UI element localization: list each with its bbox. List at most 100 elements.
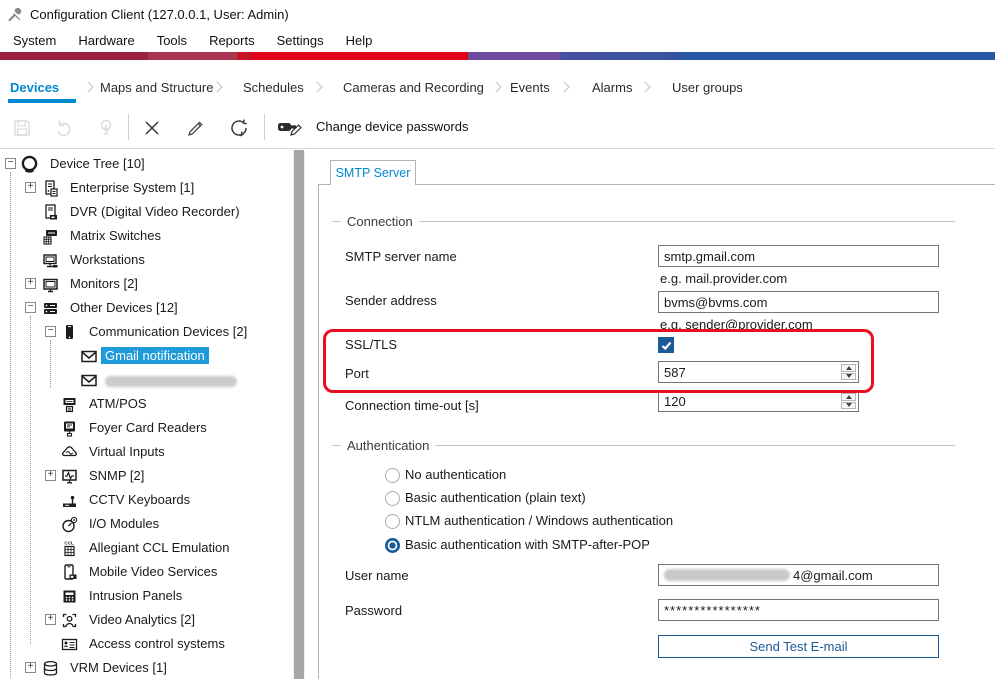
tree-item-label[interactable]: Gmail notification xyxy=(101,347,209,364)
tree-item-label[interactable]: Device Tree [10] xyxy=(46,155,149,172)
tree-expander-expand[interactable]: + xyxy=(25,662,36,673)
auth-option-label[interactable]: NTLM authentication / Windows authentica… xyxy=(405,513,673,528)
auth-radio-unselected[interactable] xyxy=(385,468,400,483)
active-tab-underline xyxy=(8,99,76,103)
tab-maps-and-structure[interactable]: Maps and Structure xyxy=(100,80,213,95)
auth-radio-unselected[interactable] xyxy=(385,491,400,506)
save-button[interactable] xyxy=(11,117,33,139)
tree-expander-expand[interactable]: + xyxy=(25,278,36,289)
undo-button[interactable] xyxy=(53,117,75,139)
tree-item-label[interactable]: Workstations xyxy=(66,251,149,268)
tree-item-label[interactable]: Mobile Video Services xyxy=(85,563,221,580)
auth-radio-unselected[interactable] xyxy=(385,514,400,529)
tree-item-label[interactable]: Matrix Switches xyxy=(66,227,165,244)
tab-events[interactable]: Events xyxy=(510,80,550,95)
tree-item-label[interactable]: Virtual Inputs xyxy=(85,443,169,460)
tree-row[interactable]: − Communication Devices [2] xyxy=(0,320,293,344)
tree-row[interactable]: + Enterprise System [1] xyxy=(0,176,293,200)
auth-option-label[interactable]: Basic authentication (plain text) xyxy=(405,490,586,505)
tree-item-label[interactable]: DVR (Digital Video Recorder) xyxy=(66,203,244,220)
delete-button[interactable] xyxy=(141,117,163,139)
tree-item-label[interactable]: Communication Devices [2] xyxy=(85,323,251,340)
tree-row[interactable]: + Video Analytics [2] xyxy=(0,608,293,632)
tree-row[interactable]: Workstations xyxy=(0,248,293,272)
tree-row[interactable]: DVR (Digital Video Recorder) xyxy=(0,200,293,224)
auth-radio-selected[interactable] xyxy=(385,538,400,553)
tree-item-label[interactable]: I/O Modules xyxy=(85,515,163,532)
tree-row[interactable]: Access control systems xyxy=(0,632,293,656)
tree-expander-collapse[interactable]: − xyxy=(5,158,16,169)
change-passwords-icon[interactable] xyxy=(276,117,306,139)
tab-alarms[interactable]: Alarms xyxy=(592,80,632,95)
tree-row[interactable]: − Other Devices [12] xyxy=(0,296,293,320)
tree-item-label[interactable]: VRM Devices [1] xyxy=(66,659,171,676)
envelope-icon xyxy=(78,346,99,367)
tree-row[interactable]: I/O Modules xyxy=(0,512,293,536)
tree-row[interactable]: CCLAllegiant CCL Emulation xyxy=(0,536,293,560)
tree-row[interactable] xyxy=(0,368,293,392)
tree-expander-expand[interactable]: + xyxy=(45,470,56,481)
tree-expander-expand[interactable]: + xyxy=(25,182,36,193)
menu-item-help[interactable]: Help xyxy=(335,30,384,51)
tree-row[interactable]: Mobile Video Services xyxy=(0,560,293,584)
sender-address-input[interactable]: bvms@bvms.com xyxy=(658,291,939,313)
tab-devices[interactable]: Devices xyxy=(10,80,59,95)
tree-expander-expand[interactable]: + xyxy=(45,614,56,625)
spin-down-icon[interactable] xyxy=(841,373,856,381)
auth-option-label[interactable]: Basic authentication with SMTP-after-POP xyxy=(405,537,650,552)
tree-row[interactable]: Foyer Card Readers xyxy=(0,416,293,440)
tree-item-label[interactable]: Foyer Card Readers xyxy=(85,419,211,436)
spin-up-icon[interactable] xyxy=(841,364,856,372)
edit-pencil-button[interactable] xyxy=(185,117,207,139)
tree-row[interactable]: + VRM Devices [1] xyxy=(0,656,293,679)
tab-user-groups[interactable]: User groups xyxy=(672,80,743,95)
menu-item-tools[interactable]: Tools xyxy=(146,30,198,51)
tree-row[interactable]: Matrix Switches xyxy=(0,224,293,248)
tree-row[interactable]: Gmail notification xyxy=(0,344,293,368)
user-name-input[interactable]: 4@gmail.com xyxy=(658,564,939,586)
activate-button[interactable] xyxy=(95,117,117,139)
cctv-keyboard-icon xyxy=(59,490,80,511)
tree-item-label[interactable]: Intrusion Panels xyxy=(85,587,186,604)
tab-smtp-server[interactable]: SMTP Server xyxy=(330,160,416,185)
change-passwords-label[interactable]: Change device passwords xyxy=(316,119,468,134)
tree-expander-collapse[interactable]: − xyxy=(45,326,56,337)
tree-item-label[interactable]: ATM/POS xyxy=(85,395,151,412)
tree-row[interactable]: ATM/POS xyxy=(0,392,293,416)
port-input[interactable]: 587 xyxy=(658,361,859,383)
tree-item-label[interactable]: Monitors [2] xyxy=(66,275,142,292)
tree-item-label[interactable]: Other Devices [12] xyxy=(66,299,182,316)
menu-item-reports[interactable]: Reports xyxy=(198,30,266,51)
tree-row[interactable]: + SNMP [2] xyxy=(0,464,293,488)
refresh-button[interactable] xyxy=(228,117,250,139)
send-test-email-button[interactable]: Send Test E-mail xyxy=(658,635,939,658)
tree-row[interactable]: Intrusion Panels xyxy=(0,584,293,608)
tree-item-label[interactable]: CCTV Keyboards xyxy=(85,491,194,508)
port-spinner[interactable] xyxy=(841,364,856,380)
spin-up-icon[interactable] xyxy=(841,393,856,401)
tab-schedules[interactable]: Schedules xyxy=(243,80,304,95)
tree-scrollbar[interactable] xyxy=(293,150,305,679)
ssl-tls-checkbox[interactable] xyxy=(658,337,674,353)
tab-cameras-and-recording[interactable]: Cameras and Recording xyxy=(343,80,484,95)
menu-item-hardware[interactable]: Hardware xyxy=(67,30,145,51)
tree-item-label[interactable]: Video Analytics [2] xyxy=(85,611,199,628)
tree-row[interactable]: Virtual Inputs xyxy=(0,440,293,464)
tree-row[interactable]: CCTV Keyboards xyxy=(0,488,293,512)
tree-item-label[interactable]: SNMP [2] xyxy=(85,467,148,484)
spin-down-icon[interactable] xyxy=(841,402,856,410)
menu-item-settings[interactable]: Settings xyxy=(266,30,335,51)
tree-row[interactable]: − Device Tree [10] xyxy=(0,152,293,176)
tree-item-label[interactable]: Access control systems xyxy=(85,635,229,652)
tree-row[interactable]: + Monitors [2] xyxy=(0,272,293,296)
auth-option-label[interactable]: No authentication xyxy=(405,467,506,482)
tree-item-label[interactable]: Enterprise System [1] xyxy=(66,179,198,196)
tree-item-label[interactable]: Allegiant CCL Emulation xyxy=(85,539,233,556)
tree-expander-collapse[interactable]: − xyxy=(25,302,36,313)
timeout-spinner[interactable] xyxy=(841,393,856,409)
scrollbar-thumb[interactable] xyxy=(294,150,304,679)
menu-item-system[interactable]: System xyxy=(2,30,67,51)
password-input[interactable]: **************** xyxy=(658,599,939,621)
smtp-server-name-input[interactable]: smtp.gmail.com xyxy=(658,245,939,267)
timeout-input[interactable]: 120 xyxy=(658,390,859,412)
